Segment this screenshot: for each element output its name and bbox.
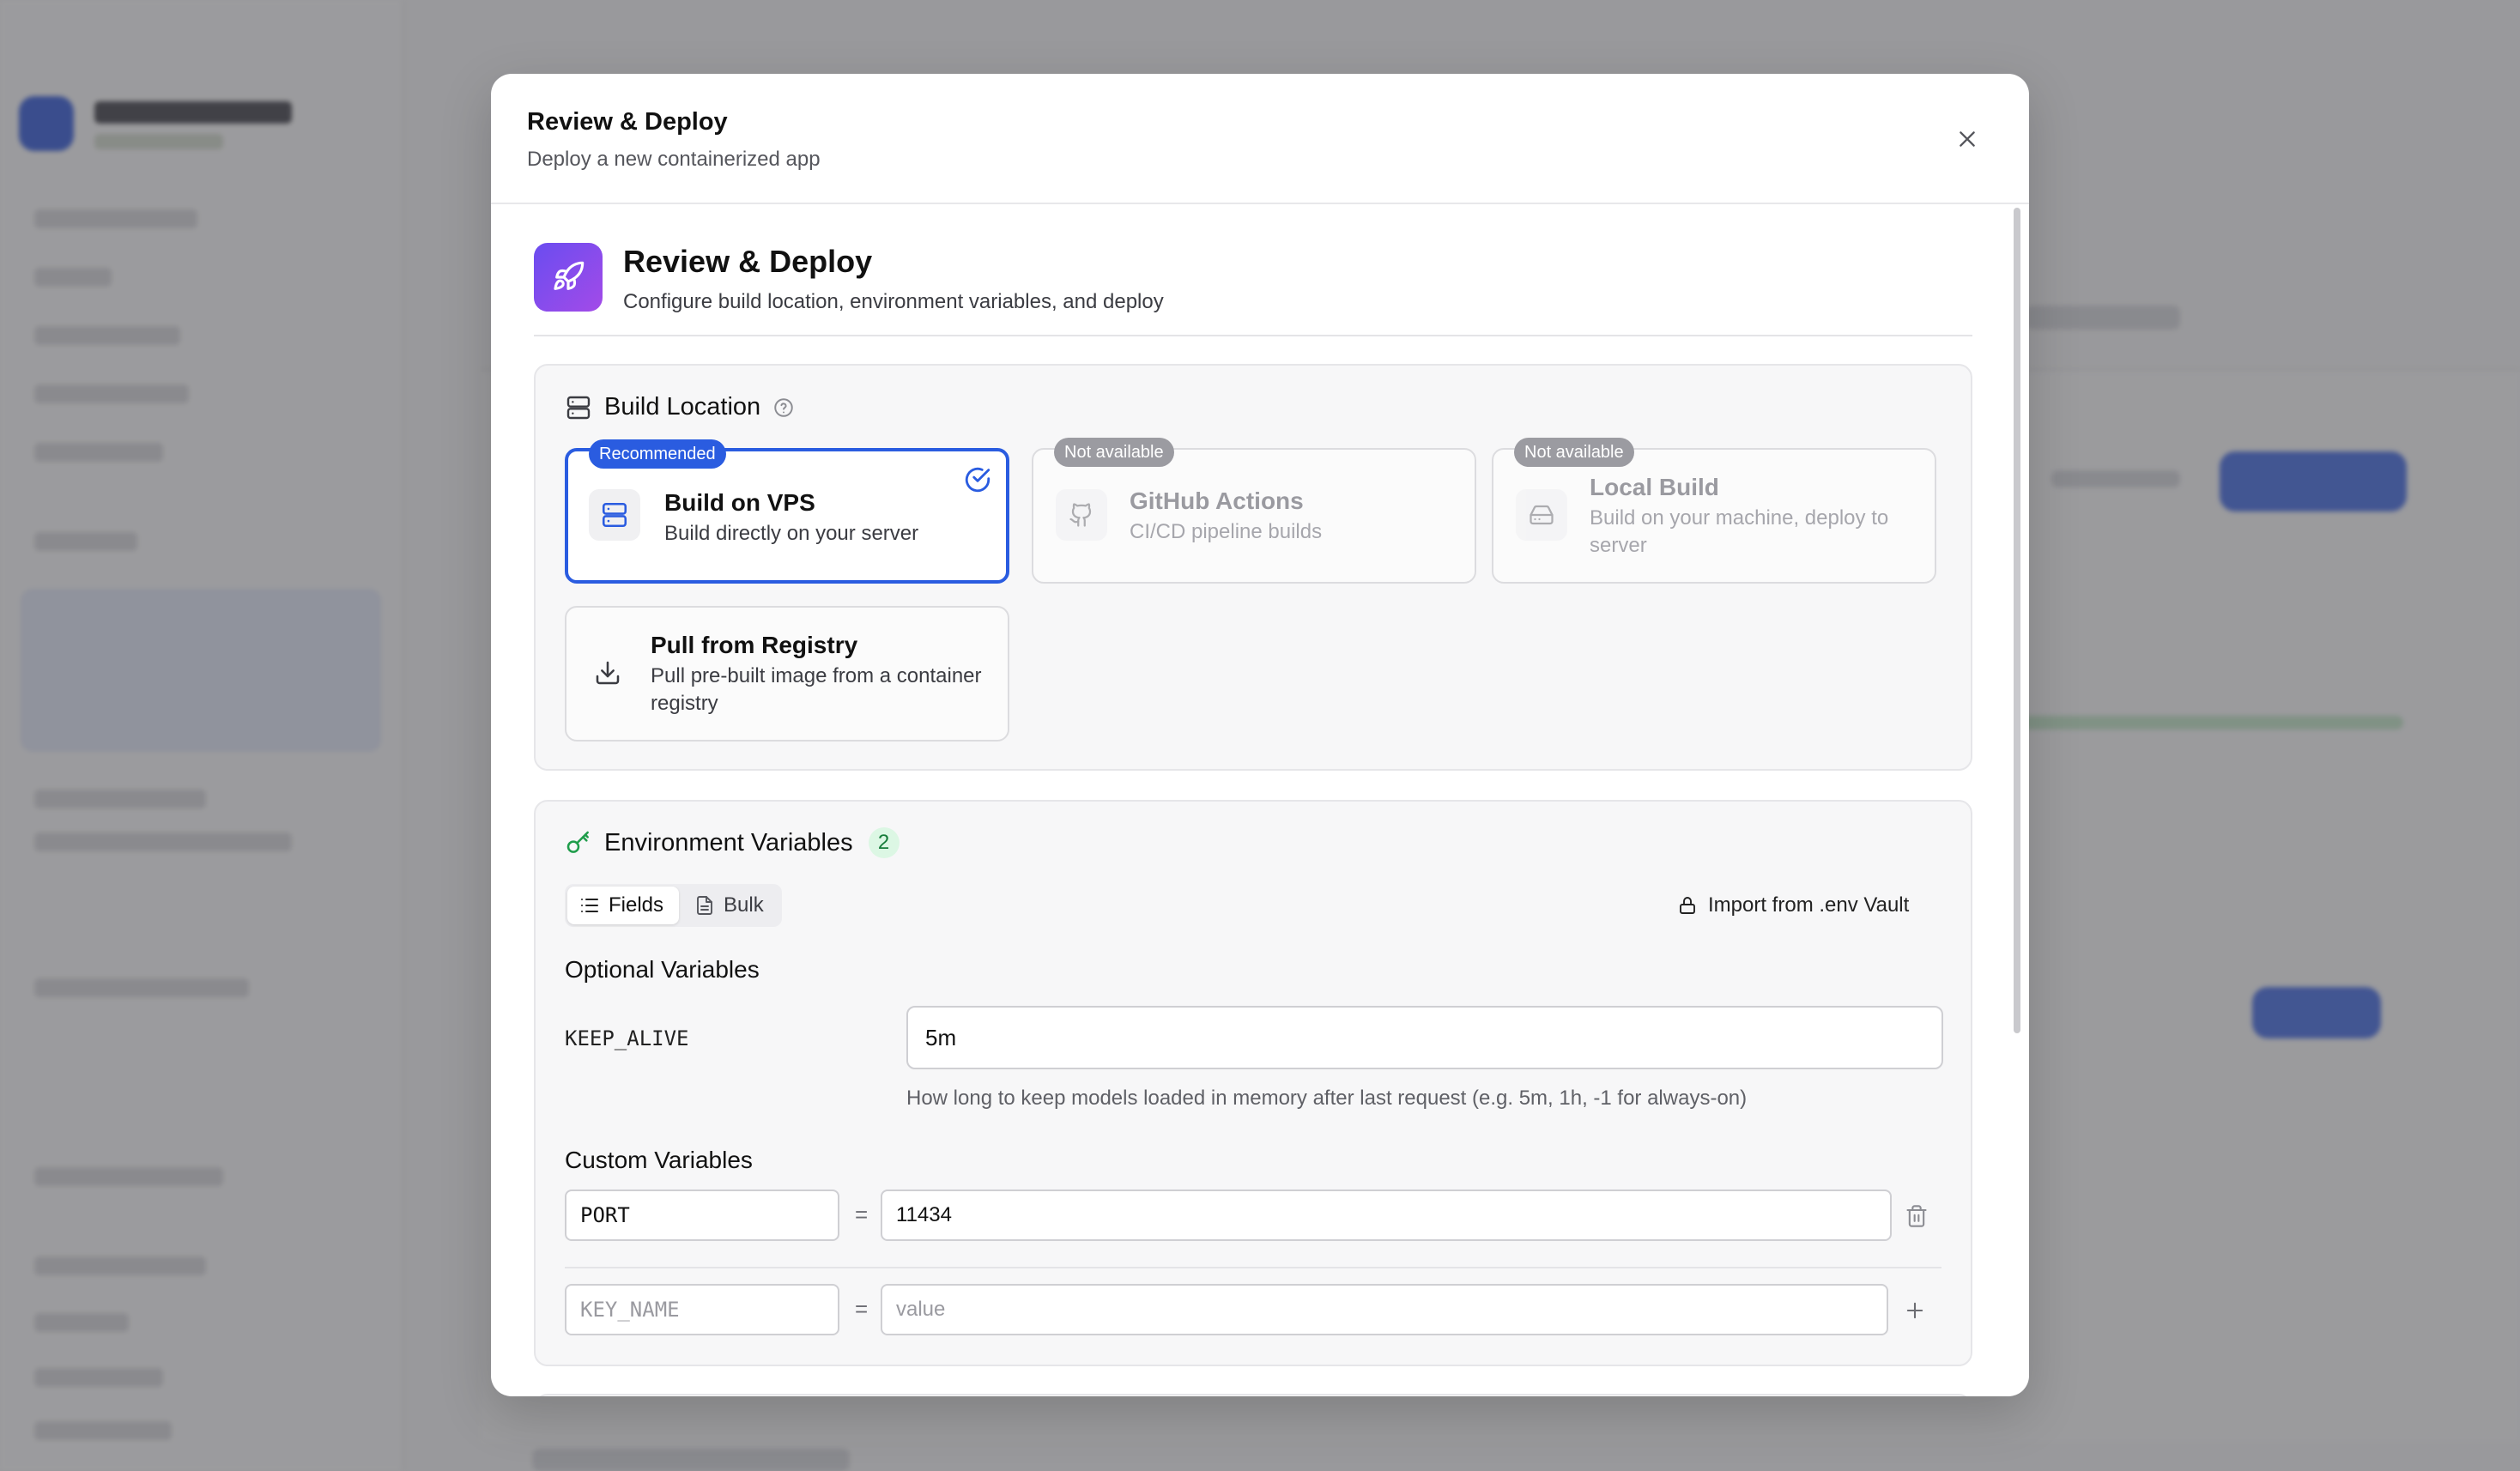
not-available-badge: Not available — [1054, 438, 1174, 467]
dialog-content: Review & Deploy Configure build location… — [491, 204, 2029, 1396]
option-local-build: Not available Local Build Build on your … — [1492, 438, 1936, 584]
option-icon — [582, 647, 633, 699]
delete-variable-button[interactable] — [1900, 1200, 1933, 1232]
dialog-subtitle: Deploy a new containerized app — [527, 148, 821, 171]
equals-sign: = — [855, 1296, 869, 1322]
keep-alive-input[interactable]: 5m — [906, 1006, 1943, 1069]
github-icon — [1069, 503, 1092, 527]
key-icon — [566, 831, 589, 853]
next-section-peek — [534, 1394, 1972, 1396]
rocket-icon — [554, 261, 585, 290]
list-icon — [581, 899, 598, 912]
keep-alive-hint: How long to keep models loaded in memory… — [906, 1087, 1748, 1110]
check-circle-icon — [963, 465, 992, 499]
keep-alive-key: KEEP_ALIVE — [565, 1026, 689, 1050]
build-location-section: Build Location Recommended Build on VPS … — [534, 364, 1972, 771]
option-icon — [1516, 489, 1567, 541]
tab-bulk[interactable]: Bulk — [682, 887, 779, 924]
plus-icon — [1906, 1302, 1923, 1319]
lock-icon — [1680, 897, 1695, 914]
hero-title: Review & Deploy — [623, 244, 873, 279]
option-title: GitHub Actions — [1130, 487, 1304, 514]
custom-variables-heading: Custom Variables — [565, 1147, 753, 1173]
dialog-title: Review & Deploy — [527, 108, 728, 136]
variable-count-badge: 2 — [868, 827, 900, 858]
deploy-dialog: Review & Deploy Deploy a new containeriz… — [491, 74, 2029, 1396]
option-description: Pull pre-built image from a container re… — [651, 664, 982, 715]
download-icon — [596, 661, 620, 685]
option-build-on-vps[interactable]: Recommended Build on VPS Build directly … — [565, 439, 1009, 584]
environment-variables-header: Environment Variables 2 — [565, 827, 900, 858]
divider — [565, 1267, 1941, 1268]
close-icon — [1960, 131, 1975, 147]
add-variable-button[interactable] — [1899, 1294, 1931, 1327]
tab-fields[interactable]: Fields — [567, 887, 680, 924]
tab-fields-label: Fields — [609, 893, 664, 917]
file-text-icon — [697, 896, 712, 915]
build-location-header: Build Location — [565, 393, 795, 421]
option-github-actions: Not available GitHub Actions CI/CD pipel… — [1032, 438, 1476, 584]
server-icon — [566, 396, 591, 419]
recommended-badge: Recommended — [589, 439, 726, 469]
new-value-input[interactable]: value — [881, 1284, 1888, 1335]
option-description: CI/CD pipeline builds — [1130, 520, 1323, 543]
server-icon — [602, 502, 627, 528]
dialog-header: Review & Deploy Deploy a new containeriz… — [491, 74, 2029, 204]
custom-value-input[interactable]: 11434 — [881, 1190, 1892, 1241]
option-description: Build on your machine, deploy to server — [1590, 506, 1889, 557]
tab-bulk-label: Bulk — [724, 893, 764, 917]
option-title: Pull from Registry — [651, 632, 858, 658]
import-env-vault-label: Import from .env Vault — [1708, 893, 1910, 917]
option-pull-from-registry[interactable]: Pull from Registry Pull pre-built image … — [565, 606, 1009, 742]
close-button[interactable] — [1950, 122, 1984, 156]
divider — [534, 335, 1972, 336]
option-icon — [1056, 489, 1107, 541]
not-available-badge: Not available — [1514, 438, 1634, 467]
option-description: Build directly on your server — [664, 522, 919, 545]
hero-icon-badge — [534, 243, 603, 312]
env-mode-tabs: Fields Bulk — [565, 884, 782, 927]
optional-variables-heading: Optional Variables — [565, 956, 760, 983]
hard-drive-icon — [1530, 505, 1554, 525]
option-title: Build on VPS — [664, 489, 815, 516]
equals-sign: = — [855, 1202, 869, 1227]
option-title: Local Build — [1590, 474, 1719, 500]
build-location-title: Build Location — [604, 393, 761, 421]
environment-variables-section: Environment Variables 2 Fields Bulk Impo… — [534, 800, 1972, 1366]
trash-icon — [1906, 1205, 1927, 1227]
new-key-input[interactable]: KEY_NAME — [565, 1284, 839, 1335]
help-circle-icon[interactable] — [772, 397, 795, 419]
environment-variables-title: Environment Variables — [604, 828, 853, 857]
import-env-vault-button[interactable]: Import from .env Vault — [1677, 884, 1909, 927]
hero-subtitle: Configure build location, environment va… — [623, 290, 1164, 313]
option-icon — [589, 489, 640, 541]
custom-key-input[interactable]: PORT — [565, 1190, 839, 1241]
